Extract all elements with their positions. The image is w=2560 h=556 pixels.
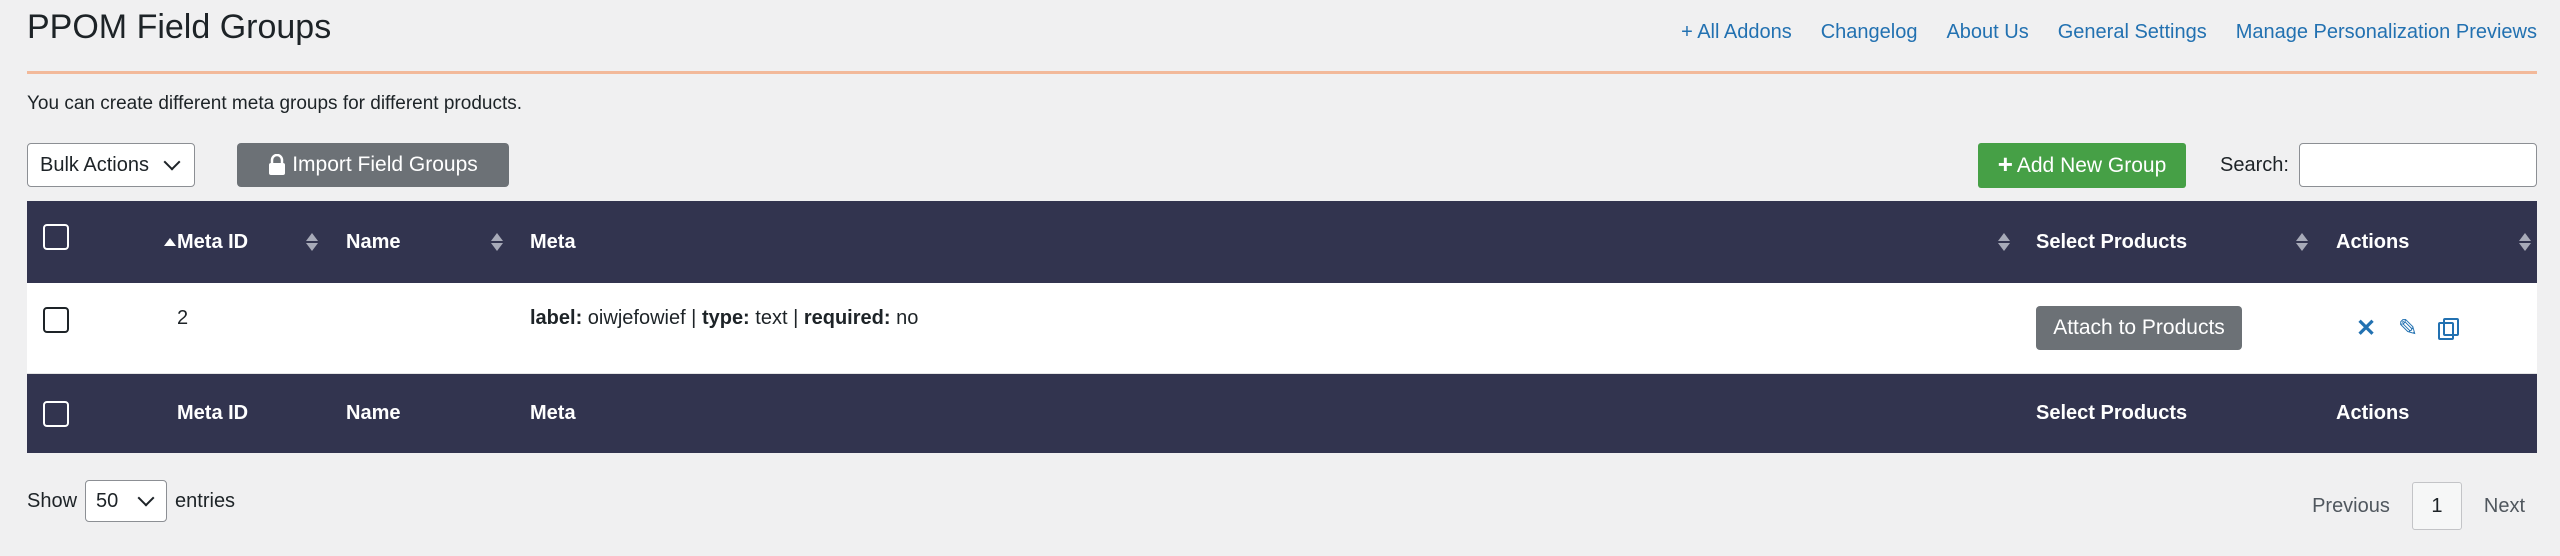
search-input[interactable] <box>2299 143 2537 187</box>
sort-icon[interactable] <box>2519 201 2531 283</box>
copy-icon[interactable] <box>2438 318 2459 340</box>
meta-type-value: text | <box>749 306 804 329</box>
page-header: PPOM Field Groups + All Addons Changelog… <box>27 0 2537 74</box>
field-groups-table: Meta ID Name Meta Select Products Action… <box>27 201 2537 453</box>
sort-icon[interactable] <box>1998 201 2010 283</box>
add-label: Add New Group <box>2016 153 2167 177</box>
select-all-checkbox[interactable] <box>43 224 69 250</box>
sort-icon[interactable] <box>306 201 318 283</box>
lock-icon <box>269 154 286 175</box>
import-label: Import Field Groups <box>292 153 478 176</box>
link-general-settings[interactable]: General Settings <box>2058 21 2207 44</box>
col-name[interactable]: Name <box>346 201 400 283</box>
meta-label-key: label: <box>530 306 583 329</box>
search-label: Search: <box>2220 154 2289 176</box>
pagination: Previous 1 Next <box>2312 482 2537 530</box>
select-all-footer-cell <box>43 374 69 453</box>
row-actions: ✕ ✎ <box>2354 283 2459 373</box>
chevron-down-icon <box>137 489 155 507</box>
page-title: PPOM Field Groups <box>27 8 332 46</box>
table-footer: Meta ID Name Meta Select Products Action… <box>27 374 2537 453</box>
sort-icon[interactable] <box>2296 201 2308 283</box>
row-select-cell <box>43 275 69 365</box>
sort-icon[interactable] <box>491 201 503 283</box>
row-meta: label: oiwjefowief | type: text | requir… <box>530 273 918 363</box>
meta-required-key: required: <box>803 306 891 329</box>
meta-label-value: oiwjefowief | <box>582 306 702 329</box>
page-length-select[interactable]: 50 <box>85 480 168 522</box>
page: PPOM Field Groups + All Addons Changelog… <box>27 0 2537 556</box>
col-meta-id[interactable]: Meta ID <box>177 201 248 283</box>
attach-to-products-button[interactable]: Attach to Products <box>2036 306 2242 350</box>
link-manage-previews[interactable]: Manage Personalization Previews <box>2236 21 2537 44</box>
foot-meta-id: Meta ID <box>177 402 249 424</box>
link-about-us[interactable]: About Us <box>1946 21 2028 44</box>
col-select-products[interactable]: Select Products <box>2036 201 2187 283</box>
sort-icon[interactable] <box>164 201 176 283</box>
row-meta-id: 2 <box>177 306 189 329</box>
next-button[interactable]: Next <box>2484 495 2525 518</box>
add-new-group-button[interactable]: + Add New Group <box>1978 143 2186 188</box>
row-select-products: Attach to Products <box>2036 283 2242 373</box>
select-all-cell <box>43 201 69 283</box>
import-field-groups-button[interactable]: Import Field Groups <box>237 143 509 187</box>
foot-name: Name <box>346 402 401 424</box>
top-nav-links: + All Addons Changelog About Us General … <box>1681 21 2537 44</box>
select-all-footer-checkbox[interactable] <box>43 400 69 427</box>
page-description: You can create different meta groups for… <box>27 93 523 114</box>
entries-label: entries <box>175 489 236 512</box>
show-label: Show <box>27 489 78 512</box>
link-changelog[interactable]: Changelog <box>1821 21 1918 44</box>
meta-type-key: type: <box>701 306 750 329</box>
bulk-actions-label: Bulk Actions <box>40 153 149 176</box>
edit-icon[interactable]: ✎ <box>2396 314 2420 343</box>
foot-select-products: Select Products <box>2036 402 2188 424</box>
foot-actions: Actions <box>2336 402 2410 424</box>
col-actions[interactable]: Actions <box>2336 201 2409 283</box>
previous-button[interactable]: Previous <box>2312 495 2390 518</box>
link-all-addons[interactable]: + All Addons <box>1681 21 1792 44</box>
foot-meta: Meta <box>530 402 576 424</box>
page-1-button[interactable]: 1 <box>2411 482 2462 530</box>
page-length-control: Show 50 entries <box>27 480 235 522</box>
bulk-actions-select[interactable]: Bulk Actions <box>27 143 195 187</box>
chevron-down-icon <box>163 153 181 171</box>
meta-required-value: no <box>890 306 919 329</box>
row-checkbox[interactable] <box>43 307 69 333</box>
plus-icon: + <box>1997 149 2013 179</box>
table-header: Meta ID Name Meta Select Products Action… <box>27 201 2537 283</box>
col-meta[interactable]: Meta <box>530 201 576 283</box>
page-length-value: 50 <box>96 489 119 512</box>
delete-icon[interactable]: ✕ <box>2354 314 2378 343</box>
table-row: 2 label: oiwjefowief | type: text | requ… <box>27 283 2537 374</box>
